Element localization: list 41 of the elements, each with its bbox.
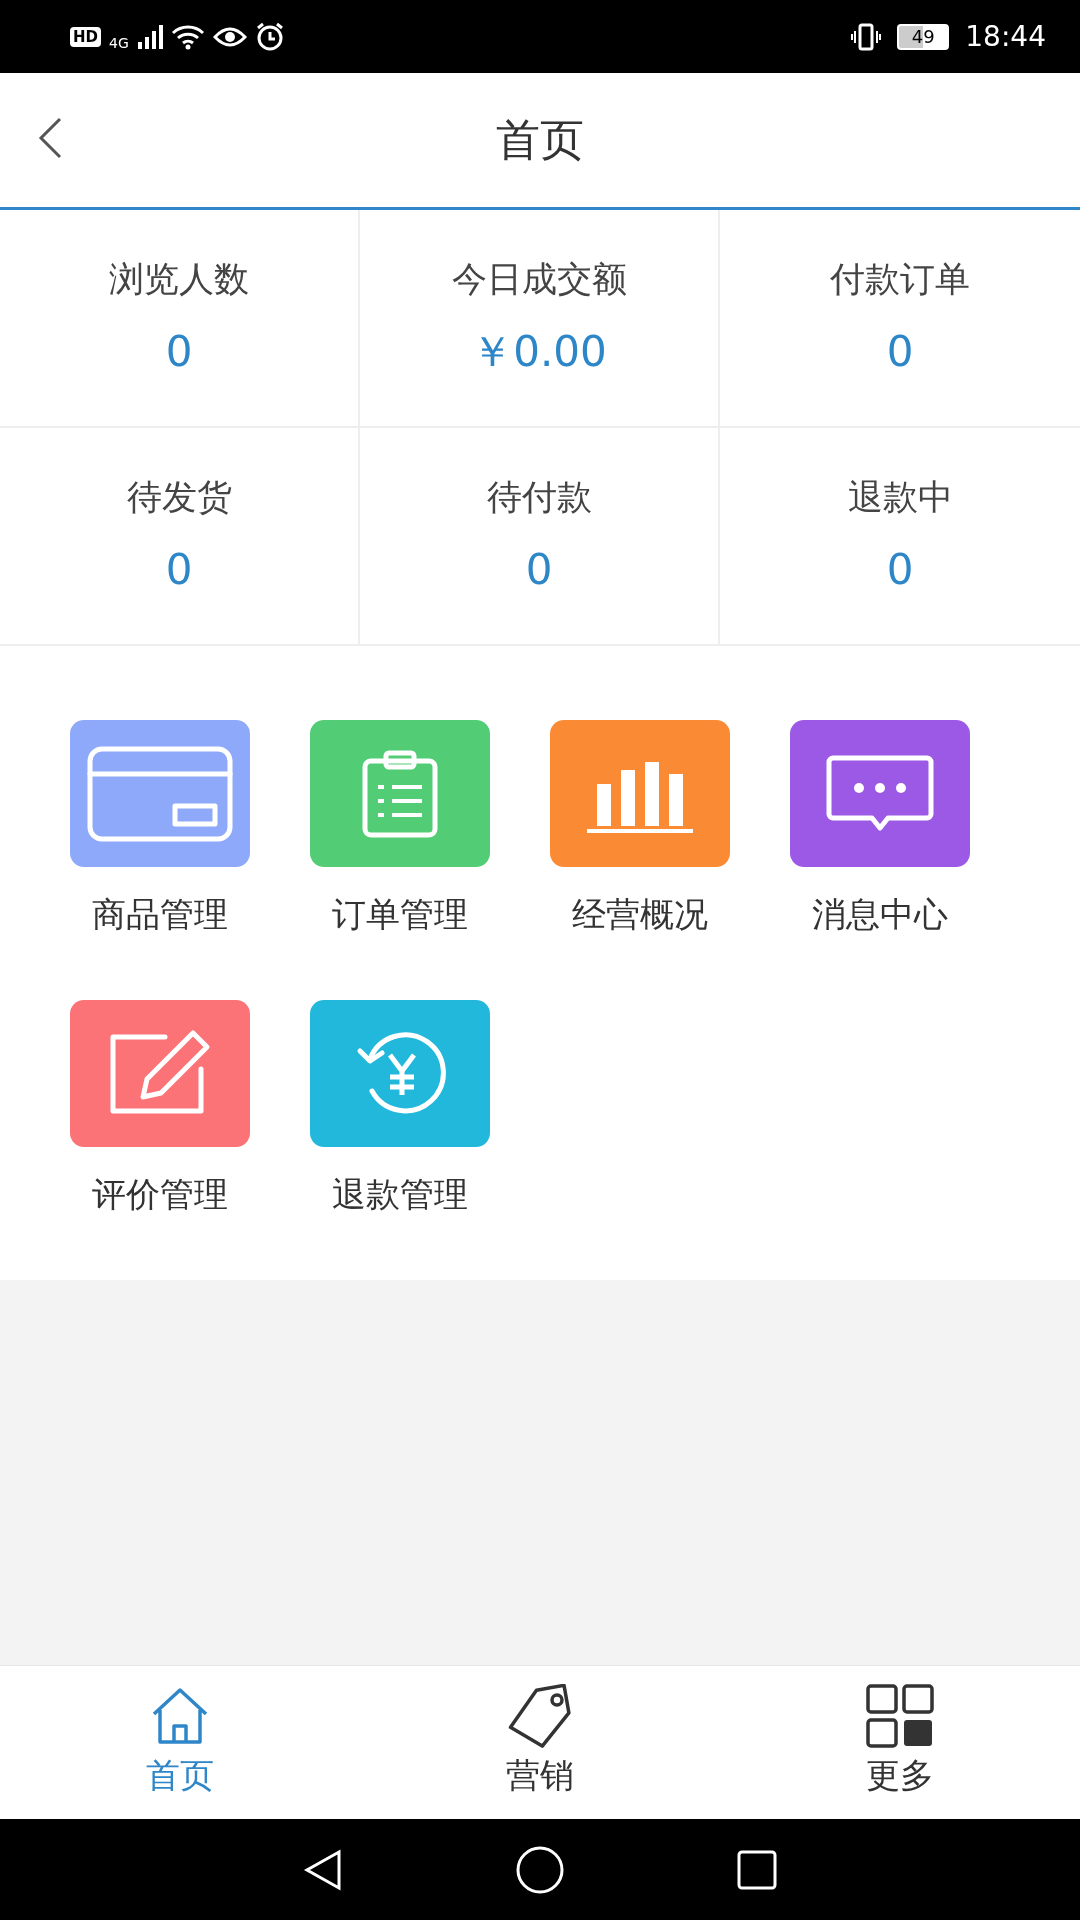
battery-level: 49 xyxy=(911,25,935,49)
chat-bubble-icon xyxy=(825,753,935,834)
menu-label: 商品管理 xyxy=(92,893,228,936)
menu-tile[interactable] xyxy=(70,1000,250,1147)
hd-badge: HD xyxy=(70,26,101,47)
stat-value: 0 xyxy=(886,325,914,378)
menu-tile[interactable] xyxy=(70,720,250,867)
back-icon[interactable] xyxy=(38,117,62,159)
tab-item[interactable]: 更多 xyxy=(800,1666,1000,1819)
grid-icon xyxy=(864,1684,936,1748)
home-icon[interactable] xyxy=(515,1844,565,1895)
tab-item[interactable]: 营销 xyxy=(440,1666,640,1819)
tab-item[interactable]: 首页 xyxy=(80,1666,280,1819)
stat-value: 0 xyxy=(525,543,553,596)
menu-tile[interactable] xyxy=(550,720,730,867)
menu-label: 评价管理 xyxy=(92,1173,228,1216)
stat-label: 退款中 xyxy=(847,476,953,520)
stat-value: 0 xyxy=(165,543,193,596)
stat-value: ￥0.00 xyxy=(471,325,607,378)
wifi-icon xyxy=(170,23,205,50)
menu-tile[interactable] xyxy=(790,720,970,867)
menu-tile[interactable] xyxy=(310,1000,490,1147)
menu-label: 退款管理 xyxy=(332,1173,468,1216)
menu-label: 订单管理 xyxy=(332,893,468,936)
alarm-icon xyxy=(254,21,285,52)
stat-label: 待付款 xyxy=(486,476,592,520)
menu-label: 经营概况 xyxy=(572,893,708,936)
stat-label: 待发货 xyxy=(126,476,232,520)
clock-time: 18:44 xyxy=(965,18,1046,55)
stat-label: 今日成交额 xyxy=(451,258,627,302)
stat-label: 付款订单 xyxy=(830,258,970,302)
clipboard-icon xyxy=(360,748,440,839)
stat-label: 浏览人数 xyxy=(109,258,249,302)
page-title: 首页 xyxy=(496,113,584,167)
menu-tile[interactable] xyxy=(310,720,490,867)
stat-value: 0 xyxy=(165,325,193,378)
signal-icon xyxy=(136,23,163,50)
stat-value: 0 xyxy=(886,543,914,596)
menu-label: 消息中心 xyxy=(812,893,948,936)
network-label: 4G xyxy=(109,34,129,53)
vibrate-icon xyxy=(851,22,882,51)
